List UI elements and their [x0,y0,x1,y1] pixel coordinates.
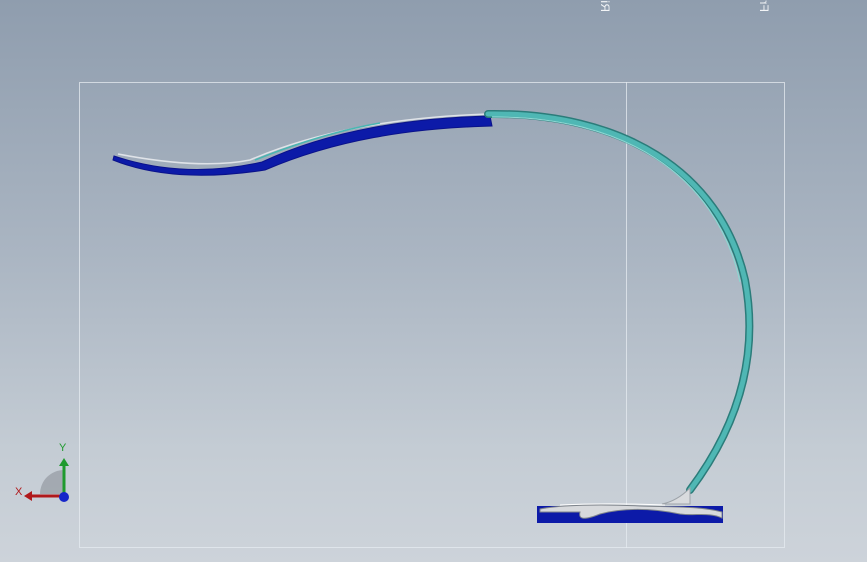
y-axis-label: Y [59,442,67,454]
lamp-base[interactable] [537,503,723,523]
triad-icon [24,458,69,502]
lamp-model[interactable] [0,0,867,562]
orientation-triad: Y X [10,440,80,510]
lamp-stand[interactable] [484,109,754,505]
graphics-viewport[interactable]: Right Plane Front Plane [0,0,867,562]
x-axis-label: X [15,486,23,498]
lamp-arm[interactable] [112,113,493,176]
